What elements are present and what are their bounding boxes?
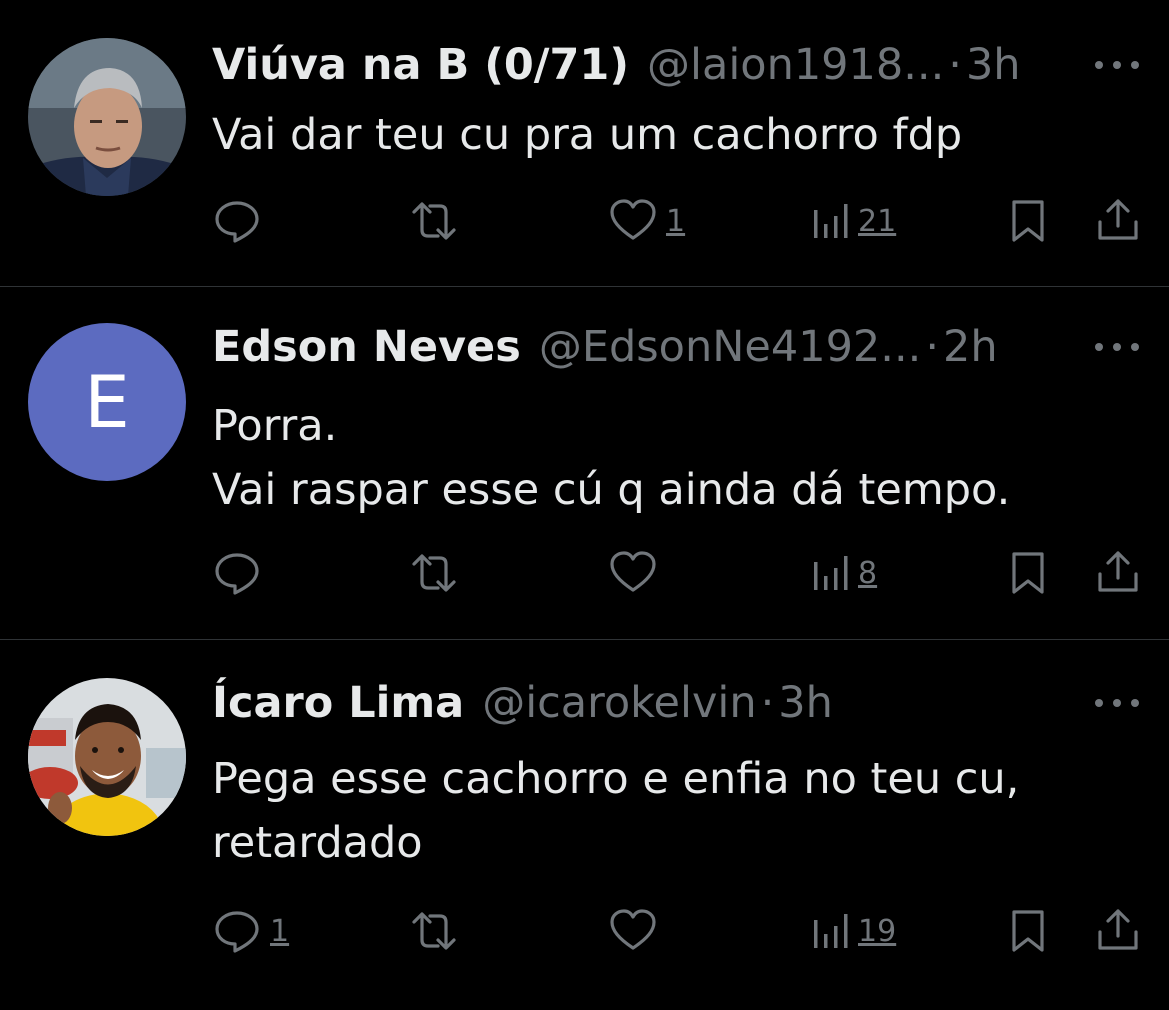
reply-count: 1 [270, 913, 290, 949]
avatar[interactable] [28, 38, 186, 196]
like-icon [610, 551, 656, 592]
avatar[interactable]: E [28, 323, 186, 481]
like-count: 1 [666, 203, 686, 239]
bookmark-icon [1012, 910, 1044, 952]
retweet-button[interactable] [408, 906, 468, 956]
user-handle[interactable]: @EdsonNe4192... [539, 322, 922, 372]
views-count: 8 [858, 555, 878, 591]
tweet-text: Porra. Vai raspar esse cú q ainda dá tem… [212, 401, 1011, 515]
separator-dot: · [925, 322, 939, 372]
reply-button[interactable] [212, 196, 270, 246]
share-button[interactable] [1096, 548, 1140, 598]
separator-dot: · [760, 678, 775, 728]
separator-dot: · [948, 40, 962, 90]
like-button[interactable]: 1 [608, 196, 685, 246]
display-name[interactable]: Edson Neves [212, 322, 521, 372]
tweet[interactable]: E Edson Neves @EdsonNe4192... · 2h Porra… [0, 287, 1169, 640]
views-count: 21 [858, 203, 897, 239]
views-button[interactable]: 19 [810, 906, 896, 956]
reply-icon [215, 553, 259, 595]
like-icon [610, 909, 656, 950]
tweet-actions: 8 [212, 548, 1141, 598]
bookmark-icon [1012, 552, 1044, 594]
reply-icon [215, 911, 259, 953]
avatar[interactable] [28, 678, 186, 836]
retweet-button[interactable] [408, 196, 468, 246]
share-button[interactable] [1096, 906, 1140, 956]
timestamp[interactable]: 2h [943, 322, 998, 372]
tweet-actions: 1 19 [212, 906, 1141, 956]
bookmark-icon [1012, 200, 1044, 242]
display-name[interactable]: Viúva na B (0/71) [212, 40, 629, 90]
user-handle[interactable]: @icarokelvin [482, 678, 756, 728]
display-name[interactable]: Ícaro Lima [212, 678, 464, 728]
bookmark-button[interactable] [1008, 548, 1048, 598]
tweet[interactable]: Viúva na B (0/71) @laion1918... · 3h Vai… [0, 0, 1169, 287]
bookmark-button[interactable] [1008, 196, 1048, 246]
reply-button[interactable] [212, 548, 270, 598]
retweet-icon [412, 202, 456, 240]
views-icon [814, 204, 848, 238]
reply-icon [215, 201, 259, 243]
tweet-actions: 1 21 [212, 196, 1141, 246]
like-button[interactable] [608, 906, 666, 956]
like-icon [610, 199, 656, 240]
timestamp[interactable]: 3h [966, 40, 1021, 90]
tweet-text: Pega esse cachorro e enfia no teu cu, re… [212, 754, 1020, 868]
share-icon [1098, 551, 1138, 592]
tweet-header: Viúva na B (0/71) @laion1918... · 3h [212, 40, 1139, 90]
retweet-button[interactable] [408, 548, 468, 598]
bookmark-button[interactable] [1008, 906, 1048, 956]
avatar-photo [28, 678, 186, 836]
retweet-icon [412, 554, 456, 592]
retweet-icon [412, 912, 456, 950]
views-icon [814, 556, 848, 590]
tweet-header: Ícaro Lima @icarokelvin · 3h [212, 678, 1139, 728]
share-icon [1098, 199, 1138, 240]
timestamp[interactable]: 3h [778, 678, 833, 728]
avatar-photo [28, 38, 186, 196]
share-icon [1098, 909, 1138, 950]
views-button[interactable]: 21 [810, 196, 896, 246]
share-button[interactable] [1096, 196, 1140, 246]
tweet[interactable]: Ícaro Lima @icarokelvin · 3h Pega esse c… [0, 640, 1169, 1010]
views-count: 19 [858, 913, 897, 949]
tweet-text: Vai dar teu cu pra um cachorro fdp [212, 110, 963, 160]
user-handle[interactable]: @laion1918... [647, 40, 944, 90]
more-icon[interactable] [1095, 322, 1139, 372]
views-button[interactable]: 8 [810, 548, 877, 598]
avatar-letter: E [84, 360, 130, 444]
reply-button[interactable]: 1 [212, 906, 289, 956]
views-icon [814, 914, 848, 948]
more-icon[interactable] [1095, 678, 1139, 728]
more-icon[interactable] [1095, 40, 1139, 90]
tweet-header: Edson Neves @EdsonNe4192... · 2h [212, 322, 1139, 372]
like-button[interactable] [608, 548, 666, 598]
